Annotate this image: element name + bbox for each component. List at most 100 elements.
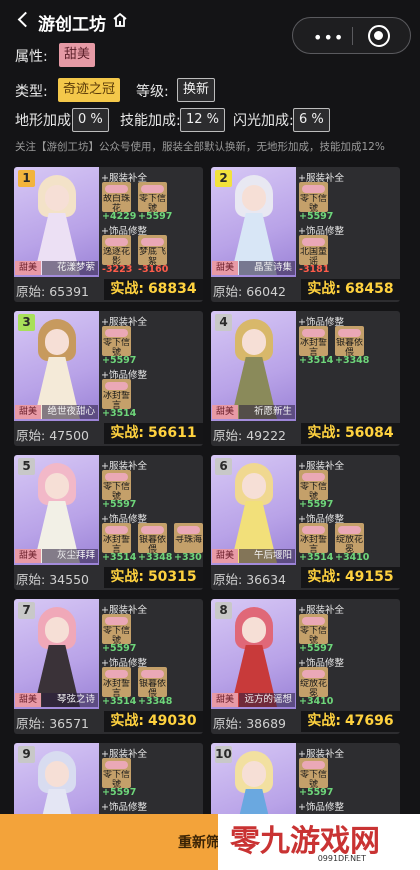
actual-score-label: 实战:	[307, 569, 341, 585]
original-score: 原始: 36571	[16, 713, 89, 732]
rank-badge: 4	[215, 314, 232, 331]
outfit-figure	[30, 607, 84, 707]
outfit-figure	[227, 607, 281, 707]
accessory-item[interactable]: 逸逐花影	[102, 235, 131, 267]
accessory-section-label: +饰品修整	[298, 802, 344, 813]
item-thumbnail	[105, 238, 128, 246]
actual-score: 实战: 56084	[301, 423, 400, 444]
style-tag: 甜美	[15, 693, 41, 707]
close-target-icon[interactable]	[368, 25, 390, 47]
item-delta: +3514	[299, 355, 334, 366]
item-delta: +3514	[102, 408, 137, 419]
outfit-image[interactable]: 5 甜美 灰尘拜拜	[14, 455, 99, 565]
item-thumbnail	[141, 526, 164, 534]
flash-chip[interactable]: 6 %	[293, 108, 330, 132]
attribute-chip[interactable]: 甜美	[59, 43, 96, 67]
original-score-label: 原始:	[213, 716, 243, 731]
outfit-card[interactable]: 8 甜美 远方的谣想 +服装补全 零下信號 +5597 +饰品修整 绽放花冕 +3410 原始: 3…	[211, 599, 400, 734]
usage-note: 关注【游创工坊】公众号使用，服装全部默认换新，无地形加成，技能加成12%	[15, 141, 385, 153]
terrain-chip[interactable]: 0 %	[72, 108, 109, 132]
figure-face	[45, 329, 69, 355]
clothing-item[interactable]: 零下信號	[299, 614, 328, 646]
original-score: 原始: 38689	[213, 713, 286, 732]
item-thumbnail	[105, 382, 128, 390]
item-delta: +3348	[138, 552, 173, 563]
outfit-image[interactable]: 2 甜美 晶莹诗集	[211, 167, 296, 277]
type-label: 类型:	[15, 84, 48, 100]
accessory-item[interactable]: 绽放花冕	[335, 523, 364, 555]
item-delta: +3348	[335, 355, 370, 366]
outfit-image[interactable]: 4 甜美 祈愿新生	[211, 311, 296, 421]
accessory-item[interactable]: 冰封誓言	[102, 523, 131, 555]
outfit-image[interactable]: 6 甜美 午后堰阳	[211, 455, 296, 565]
style-tag: 甜美	[15, 261, 41, 275]
clothing-item[interactable]: 故白珠花	[102, 182, 131, 214]
type-chip[interactable]: 奇迹之冠	[58, 78, 121, 102]
outfit-figure	[227, 175, 281, 275]
outfit-figure	[30, 319, 84, 419]
original-score-label: 原始:	[16, 572, 46, 587]
outfit-card[interactable]: 3 甜美 绝世夜甜心 +服装补全 零下信號 +5597 +饰品修整 冰封誓言 +3514 原始: 4…	[14, 311, 203, 446]
item-delta: +3410	[299, 696, 334, 707]
figure-face	[45, 473, 69, 499]
outfit-card[interactable]: 4 甜美 祈愿新生 +饰品修整 冰封誓言 +3514 银暮依偎 +3348 原始: 49222 实战…	[211, 311, 400, 446]
accessory-item[interactable]: 梦底飞絮	[138, 235, 167, 267]
original-score-label: 原始:	[213, 428, 243, 443]
rank-badge: 5	[18, 458, 35, 475]
item-delta: +5597	[299, 499, 334, 510]
outfit-card[interactable]: 6 甜美 午后堰阳 +服装补全 零下信號 +5597 +饰品修整 冰封誓言 +3514 绽放花冕 +…	[211, 455, 400, 590]
item-delta: +3514	[102, 696, 137, 707]
item-thumbnail	[177, 526, 200, 534]
accessory-item[interactable]: 冰封誓言	[102, 667, 131, 699]
clothing-item[interactable]: 零下信號	[102, 326, 131, 358]
outfit-image[interactable]: 8 甜美 远方的谣想	[211, 599, 296, 709]
outfit-image[interactable]: 1 甜美 花漾梦萦	[14, 167, 99, 277]
original-score: 原始: 66042	[213, 281, 286, 300]
clothing-item[interactable]: 零下信號	[299, 470, 328, 502]
watermark-logo: 零九游戏网 0991DF.NET	[218, 814, 420, 870]
clothing-item[interactable]: 零下信號	[299, 758, 328, 790]
outfit-figure	[30, 175, 84, 275]
accessory-item[interactable]: 冰封誓言	[299, 326, 328, 358]
more-icon[interactable]: •••	[313, 28, 344, 47]
accessory-item[interactable]: 冰封誓言	[299, 523, 328, 555]
outfit-card[interactable]: 5 甜美 灰尘拜拜 +服装补全 零下信號 +5597 +饰品修整 冰封誓言 +3514 银暮依偎 +…	[14, 455, 203, 590]
accessory-section-label: +饰品修整	[101, 802, 147, 813]
skill-chip[interactable]: 12 %	[180, 108, 226, 132]
clothing-item[interactable]: 零下信號	[102, 758, 131, 790]
outfit-card[interactable]: 1 甜美 花漾梦萦 +服装补全 故白珠花 +4229 零下信號 +5597 +饰品修整 逸逐花影 -…	[14, 167, 203, 302]
accessory-item[interactable]: 北国童谣	[299, 235, 328, 267]
mini-program-capsule: •••	[292, 17, 411, 54]
original-score-value: 38689	[246, 716, 286, 731]
accessory-item[interactable]: 寻珠海	[174, 523, 203, 553]
accessory-item[interactable]: 银暮依偎	[138, 667, 167, 699]
outfit-image[interactable]: 3 甜美 绝世夜甜心	[14, 311, 99, 421]
outfit-image[interactable]: 7 甜美 琴弦之诗	[14, 599, 99, 709]
item-delta: +5597	[299, 787, 334, 798]
figure-face	[242, 185, 266, 211]
accessory-item[interactable]: 银暮依偎	[138, 523, 167, 555]
item-delta: +5597	[138, 211, 173, 222]
clothing-item[interactable]: 零下信號	[102, 614, 131, 646]
outfit-card[interactable]: 2 甜美 晶莹诗集 +服装补全 零下信號 +5597 +饰品修整 北国童谣 -3181 原始: 66…	[211, 167, 400, 302]
outfit-card[interactable]: 7 甜美 琴弦之诗 +服装补全 零下信號 +5597 +饰品修整 冰封誓言 +3514 银暮依偎 +…	[14, 599, 203, 734]
accessory-item[interactable]: 银暮依偎	[335, 326, 364, 358]
item-delta: -3223	[102, 264, 133, 275]
level-chip[interactable]: 换新	[177, 78, 216, 102]
refilter-button-label[interactable]: 重新筛	[178, 832, 220, 852]
clothing-item[interactable]: 零下信號	[102, 470, 131, 502]
back-arrow-icon[interactable]	[16, 11, 30, 31]
home-icon[interactable]	[112, 12, 128, 28]
actual-score-value: 49030	[147, 713, 197, 729]
outfit-figure	[227, 319, 281, 419]
item-thumbnail	[105, 329, 128, 337]
rank-badge: 10	[215, 746, 232, 763]
item-delta: +330	[174, 552, 202, 563]
style-tag: 甜美	[15, 549, 41, 563]
accessory-item[interactable]: 绽放花冕	[299, 667, 328, 699]
item-delta: +5597	[102, 355, 137, 366]
rank-badge: 1	[18, 170, 35, 187]
clothing-item[interactable]: 零下信號	[138, 182, 167, 214]
clothing-item[interactable]: 零下信號	[299, 182, 328, 214]
accessory-item[interactable]: 冰封誓言	[102, 379, 131, 411]
